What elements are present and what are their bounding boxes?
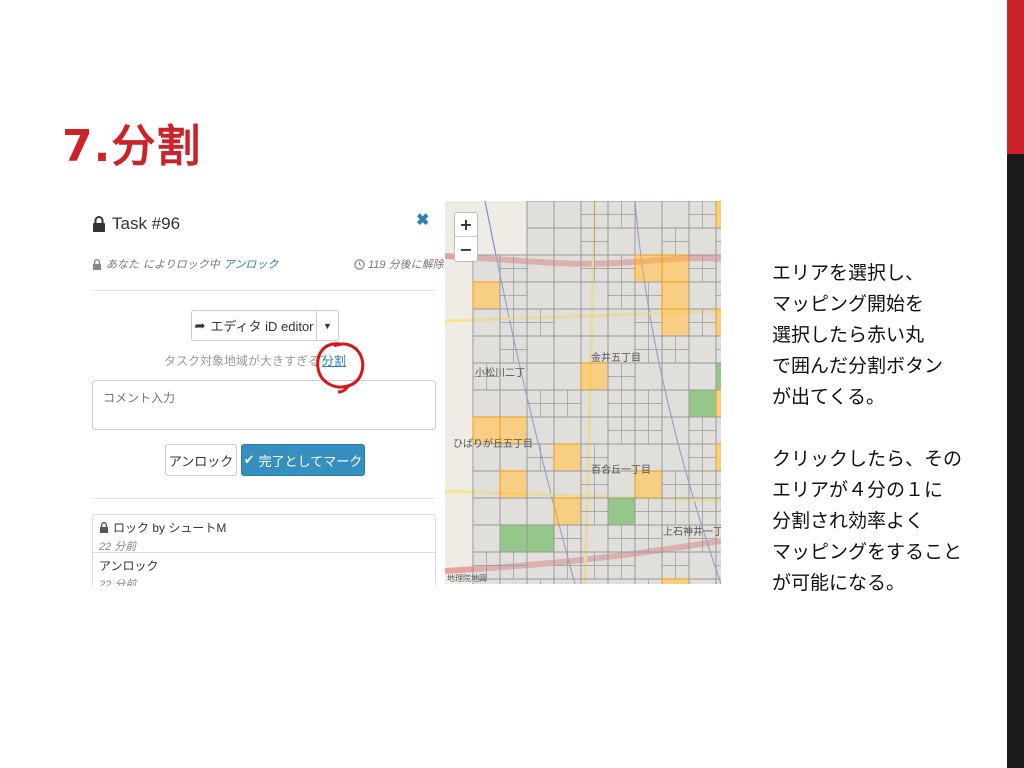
caret-down-icon: ▼ <box>323 320 332 331</box>
slide-title: 7.分割 <box>62 121 202 172</box>
task-panel: Task #96 ✖ あなた によりロック中 アンロック 119 分後に解除 ➦ … <box>82 200 444 586</box>
task-map[interactable]: + − 小松川二丁 ひばりが丘五丁目 金井五丁目 百合丘一丁目 上石神井一丁 地… <box>445 201 721 584</box>
edge-accent-red <box>1007 0 1024 154</box>
editor-button-label: エディタ iD editor <box>210 319 314 334</box>
description: エリアを選択し、 マッピング開始を 選択したら赤い丸 で囲んだ分割ボタン が出て… <box>772 258 1002 599</box>
unlock-button[interactable]: アンロック <box>165 444 237 476</box>
description-line: マッピングをすること <box>772 541 963 563</box>
zoom-out-button[interactable]: − <box>455 237 477 261</box>
description-line: 選択したら赤い丸 <box>772 324 925 346</box>
locked-by-user: あなた <box>106 259 139 271</box>
map-label: 金井五丁目 <box>591 353 641 364</box>
annotation-circle <box>316 342 365 394</box>
split-prompt: タスク対象地域が大きすぎる？ <box>164 354 333 368</box>
description-line: マッピング開始を <box>772 293 925 315</box>
zoom-in-button[interactable]: + <box>455 213 477 237</box>
map-label: ひばりが丘五丁目 <box>453 439 533 450</box>
map-label: 小松川二丁 <box>475 368 525 379</box>
history-list: ロック by シュートM 22 分前 アンロック 22 分前 <box>92 514 436 586</box>
unlock-link[interactable]: アンロック <box>224 256 279 272</box>
description-line: で囲んだ分割ボタン <box>772 355 944 377</box>
timer-text: 119 分後に解除 <box>368 259 444 271</box>
history-time: 22 分前 <box>99 579 137 586</box>
description-line: エリアを選択し、 <box>772 262 925 284</box>
divider <box>92 290 436 291</box>
comment-input[interactable] <box>92 380 436 430</box>
task-header: Task #96 <box>92 214 180 234</box>
list-item: アンロック 22 分前 <box>93 553 435 586</box>
editor-button[interactable]: ➦ エディタ iD editor <box>191 310 317 341</box>
history-time: 22 分前 <box>99 541 137 553</box>
map-label: 百合丘一丁目 <box>591 465 651 476</box>
lock-status: あなた によりロック中 アンロック <box>92 256 278 272</box>
lock-timer: 119 分後に解除 <box>354 256 444 272</box>
zoom-control: + − <box>454 212 478 262</box>
map-label: 上石神井一丁 <box>663 527 721 538</box>
description-line: 分割され効率よく <box>772 510 925 532</box>
share-arrow-icon: ➦ <box>194 317 206 333</box>
lock-icon <box>93 216 105 232</box>
map-attribution: 地理院地図 <box>447 574 487 583</box>
clock-icon <box>354 258 365 270</box>
mark-done-button[interactable]: ✔ 完了としてマーク <box>241 444 365 476</box>
description-line: クリックしたら、その <box>772 448 963 470</box>
divider <box>92 498 436 499</box>
locked-by-suffix: によりロック中 <box>143 259 220 271</box>
description-line: が出てくる。 <box>772 386 886 408</box>
lock-icon <box>92 258 102 270</box>
task-title: Task #96 <box>112 214 181 233</box>
history-title: アンロック <box>99 559 159 573</box>
list-item: ロック by シュートM 22 分前 <box>93 515 435 553</box>
mark-done-label: 完了としてマーク <box>258 453 363 469</box>
close-icon[interactable]: ✖ <box>416 210 429 230</box>
lock-icon <box>99 522 109 533</box>
description-line: エリアが４分の１に <box>772 479 944 501</box>
history-title: ロック by シュートM <box>113 521 227 535</box>
description-line: が可能になる。 <box>772 572 906 594</box>
check-icon: ✔ <box>243 452 255 467</box>
edge-accent-black <box>1007 154 1024 768</box>
